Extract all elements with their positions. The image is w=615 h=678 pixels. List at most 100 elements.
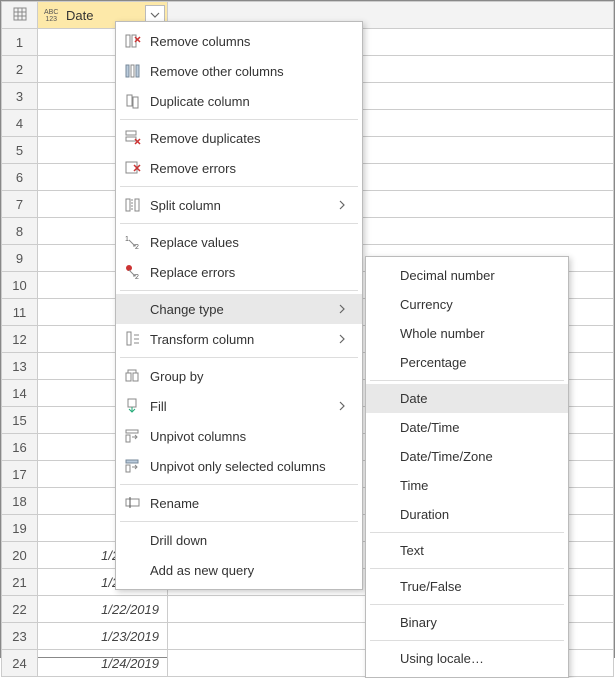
blank-icon (122, 529, 144, 551)
menu-separator (120, 186, 358, 187)
transform-column-icon (122, 328, 144, 350)
blank-icon (122, 559, 144, 581)
menu-remove-duplicates[interactable]: Remove duplicates (116, 123, 362, 153)
row-number[interactable]: 9 (2, 245, 38, 272)
submenu-duration[interactable]: Duration (366, 500, 568, 529)
menu-remove-errors[interactable]: Remove errors (116, 153, 362, 183)
svg-text:2: 2 (135, 244, 139, 251)
row-number[interactable]: 12 (2, 326, 38, 353)
row-number[interactable]: 3 (2, 83, 38, 110)
row-number[interactable]: 5 (2, 137, 38, 164)
row-number[interactable]: 8 (2, 218, 38, 245)
chevron-down-icon (150, 12, 160, 18)
row-number[interactable]: 13 (2, 353, 38, 380)
menu-separator (120, 484, 358, 485)
menu-transform-column[interactable]: Transform column (116, 324, 362, 354)
submenu-whole[interactable]: Whole number (366, 319, 568, 348)
menu-separator (370, 640, 564, 641)
menu-remove-columns[interactable]: Remove columns (116, 26, 362, 56)
row-number[interactable]: 20 (2, 542, 38, 569)
row-number[interactable]: 11 (2, 299, 38, 326)
submenu-currency[interactable]: Currency (366, 290, 568, 319)
row-number[interactable]: 4 (2, 110, 38, 137)
menu-separator (370, 532, 564, 533)
menu-remove-other-columns[interactable]: Remove other columns (116, 56, 362, 86)
row-number[interactable]: 18 (2, 488, 38, 515)
remove-columns-icon (122, 30, 144, 52)
menu-fill[interactable]: Fill (116, 391, 362, 421)
remove-other-columns-icon (122, 60, 144, 82)
chevron-right-icon (338, 303, 352, 315)
row-number[interactable]: 24 (2, 650, 38, 677)
row-number[interactable]: 6 (2, 164, 38, 191)
select-all-corner[interactable] (2, 2, 38, 29)
row-number[interactable]: 2 (2, 56, 38, 83)
chevron-right-icon (338, 333, 352, 345)
menu-split-column[interactable]: Split column (116, 190, 362, 220)
split-column-icon (122, 194, 144, 216)
submenu-truefalse[interactable]: True/False (366, 572, 568, 601)
menu-duplicate-column[interactable]: Duplicate column (116, 86, 362, 116)
data-cell[interactable]: 1/23/2019 (38, 623, 168, 650)
replace-values-icon: 12 (122, 231, 144, 253)
row-number[interactable]: 23 (2, 623, 38, 650)
chevron-right-icon (338, 400, 352, 412)
submenu-percentage[interactable]: Percentage (366, 348, 568, 377)
replace-errors-icon: 2 (122, 261, 144, 283)
change-type-submenu: Decimal number Currency Whole number Per… (365, 256, 569, 678)
menu-separator (120, 290, 358, 291)
menu-separator (370, 604, 564, 605)
row-number[interactable]: 10 (2, 272, 38, 299)
menu-group-by[interactable]: Group by (116, 361, 362, 391)
menu-separator (370, 568, 564, 569)
submenu-datetimezone[interactable]: Date/Time/Zone (366, 442, 568, 471)
menu-change-type[interactable]: Change type (116, 294, 362, 324)
group-by-icon (122, 365, 144, 387)
submenu-datetime[interactable]: Date/Time (366, 413, 568, 442)
row-number[interactable]: 22 (2, 596, 38, 623)
column-header-label: Date (66, 8, 93, 23)
row-number[interactable]: 17 (2, 461, 38, 488)
menu-rename[interactable]: Rename (116, 488, 362, 518)
svg-text:1: 1 (125, 236, 129, 243)
blank-icon (122, 298, 144, 320)
row-number[interactable]: 15 (2, 407, 38, 434)
menu-separator (120, 521, 358, 522)
menu-separator (120, 357, 358, 358)
menu-replace-values[interactable]: 12 Replace values (116, 227, 362, 257)
submenu-decimal[interactable]: Decimal number (366, 261, 568, 290)
row-number[interactable]: 16 (2, 434, 38, 461)
row-number[interactable]: 19 (2, 515, 38, 542)
menu-unpivot-columns[interactable]: Unpivot columns (116, 421, 362, 451)
menu-drill-down[interactable]: Drill down (116, 525, 362, 555)
menu-replace-errors[interactable]: 2 Replace errors (116, 257, 362, 287)
unpivot-columns-icon (122, 425, 144, 447)
fill-icon (122, 395, 144, 417)
data-cell[interactable]: 1/24/2019 (38, 650, 168, 677)
row-number[interactable]: 14 (2, 380, 38, 407)
row-number[interactable]: 1 (2, 29, 38, 56)
chevron-right-icon (338, 199, 352, 211)
data-cell[interactable]: 1/22/2019 (38, 596, 168, 623)
submenu-text[interactable]: Text (366, 536, 568, 565)
submenu-date[interactable]: Date (366, 384, 568, 413)
column-context-menu: Remove columns Remove other columns Dupl… (115, 21, 363, 590)
svg-text:2: 2 (135, 274, 139, 281)
unpivot-selected-icon (122, 455, 144, 477)
remove-duplicates-icon (122, 127, 144, 149)
menu-separator (120, 119, 358, 120)
menu-unpivot-only-selected[interactable]: Unpivot only selected columns (116, 451, 362, 481)
submenu-using-locale[interactable]: Using locale… (366, 644, 568, 673)
remove-errors-icon (122, 157, 144, 179)
menu-separator (120, 223, 358, 224)
menu-separator (370, 380, 564, 381)
menu-add-as-new-query[interactable]: Add as new query (116, 555, 362, 585)
row-number[interactable]: 7 (2, 191, 38, 218)
submenu-binary[interactable]: Binary (366, 608, 568, 637)
duplicate-column-icon (122, 90, 144, 112)
submenu-time[interactable]: Time (366, 471, 568, 500)
table-icon (13, 7, 27, 21)
rename-icon (122, 492, 144, 514)
row-number[interactable]: 21 (2, 569, 38, 596)
data-type-icon[interactable]: ABC 123 (44, 9, 58, 23)
